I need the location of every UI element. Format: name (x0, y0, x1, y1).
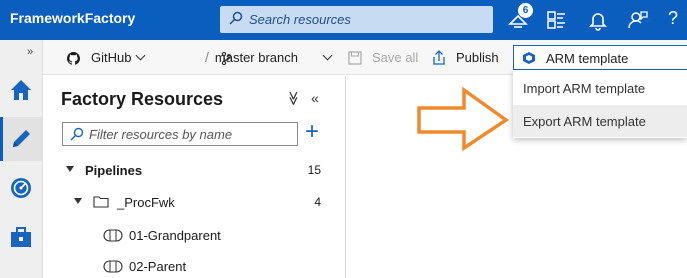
annotation-arrow (417, 86, 510, 152)
bell-icon[interactable] (586, 8, 610, 32)
add-resource-button[interactable]: + (305, 120, 319, 144)
help-icon[interactable]: ? (668, 8, 678, 29)
factory-resources-pane: Factory Resources ≫ « Filter resources b… (43, 76, 346, 278)
pencil-icon (13, 130, 30, 147)
branch-label: master branch (214, 50, 298, 65)
search-placeholder: Search resources (249, 12, 351, 27)
folder-count: 4 (314, 195, 321, 209)
caret-down-icon (74, 198, 82, 204)
menu-item-export-arm-template[interactable]: Export ARM template (513, 105, 687, 137)
tree-item-pipeline[interactable]: 02-Parent (43, 252, 345, 278)
left-rail: » (0, 40, 43, 278)
folder-icon (93, 196, 109, 208)
collapse-all-button[interactable]: ≫ (285, 91, 302, 106)
app-title[interactable]: FrameworkFactory (10, 10, 135, 26)
top-bar: FrameworkFactory Search resources 6 ? (0, 0, 687, 40)
directory-icon[interactable] (545, 8, 569, 32)
arm-template-label: ARM template (546, 51, 629, 66)
search-icon (70, 127, 84, 141)
caret-down-icon (66, 166, 74, 172)
feedback-icon[interactable] (626, 8, 650, 32)
tree-node-folder[interactable]: _ProcFwk 4 (43, 188, 345, 218)
arm-template-icon (523, 52, 535, 64)
arm-template-dropdown[interactable]: ARM template (513, 45, 687, 70)
pipeline-icon (103, 229, 123, 242)
save-all-button[interactable]: Save all (372, 50, 418, 65)
save-icon (348, 51, 362, 65)
folder-label: _ProcFwk (117, 195, 175, 210)
rail-item-home[interactable] (0, 68, 43, 112)
notification-count-badge: 6 (518, 3, 533, 18)
pipelines-label: Pipelines (85, 163, 143, 178)
pipeline-label: 02-Parent (129, 259, 187, 274)
pane-title: Factory Resources (61, 89, 224, 109)
filter-placeholder: Filter resources by name (89, 127, 233, 142)
publish-icon (433, 50, 445, 65)
publish-button[interactable]: Publish (456, 50, 499, 65)
rail-item-manage[interactable] (0, 215, 43, 259)
repo-selector[interactable]: GitHub (91, 50, 146, 65)
pipeline-label: 01-Grandparent (129, 228, 221, 243)
search-icon (229, 11, 243, 25)
toolbox-icon (11, 227, 31, 247)
repo-label: GitHub (91, 50, 132, 65)
menu-item-import-arm-template[interactable]: Import ARM template (513, 72, 687, 104)
arm-template-menu: Import ARM template Export ARM template (513, 70, 687, 138)
gauge-icon (11, 178, 31, 198)
filter-resources-input[interactable]: Filter resources by name (62, 122, 298, 146)
tree-item-pipeline[interactable]: 01-Grandparent (43, 221, 345, 251)
tree-node-pipelines[interactable]: Pipelines 15 (43, 156, 345, 186)
branch-selector[interactable]: master branch (203, 50, 333, 65)
expand-rail-button[interactable]: » (27, 46, 33, 58)
rail-item-monitor[interactable] (0, 166, 43, 210)
chevron-down-icon (322, 50, 333, 61)
pipelines-count: 15 (307, 163, 321, 177)
chevron-down-icon (136, 50, 146, 61)
pipeline-icon (103, 260, 123, 273)
github-icon (67, 52, 80, 65)
rail-item-author[interactable] (0, 117, 43, 161)
search-box[interactable]: Search resources (220, 6, 493, 33)
hide-pane-button[interactable]: « (311, 90, 319, 106)
home-icon (11, 80, 31, 100)
